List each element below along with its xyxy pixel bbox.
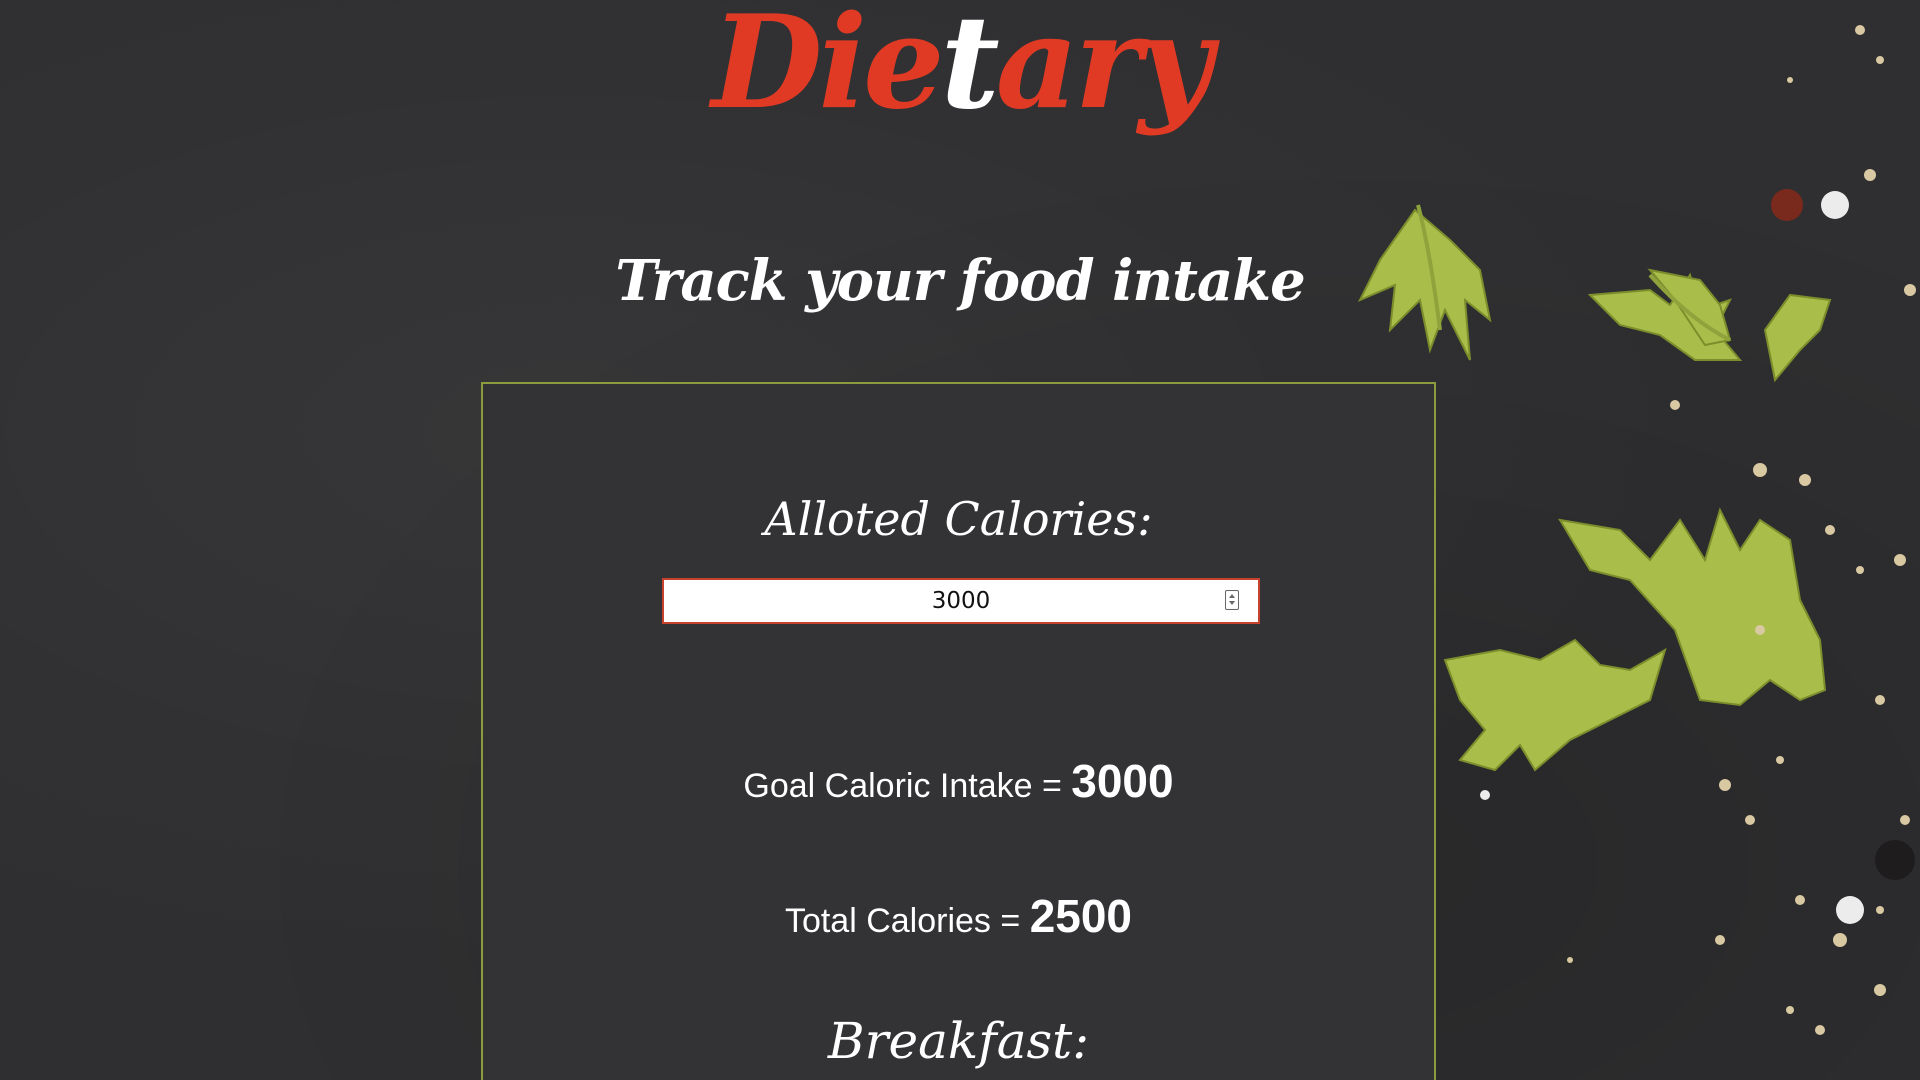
app-logo: Dietary [0,0,1920,138]
calorie-panel: Alloted Calories: Goal Caloric Intake = … [481,382,1436,1080]
goal-caloric-intake: Goal Caloric Intake = 3000 [483,754,1434,808]
total-calories: Total Calories = 2500 [483,889,1434,943]
goal-caloric-intake-value: 3000 [1071,755,1174,807]
total-calories-label: Total Calories = [784,902,1030,940]
number-spinner-icon[interactable] [1225,590,1239,610]
logo-part-2: t [940,0,1000,138]
logo-part-3: ary [995,0,1213,138]
breakfast-heading: Breakfast: [827,1012,1090,1070]
tagline: Track your food intake [615,248,1305,314]
alloted-calories-input[interactable] [662,578,1260,624]
logo-part-1: Die [711,0,945,138]
goal-caloric-intake-label: Goal Caloric Intake = [743,767,1072,805]
alloted-calories-label: Alloted Calories: [764,492,1153,546]
total-calories-value: 2500 [1029,890,1133,942]
